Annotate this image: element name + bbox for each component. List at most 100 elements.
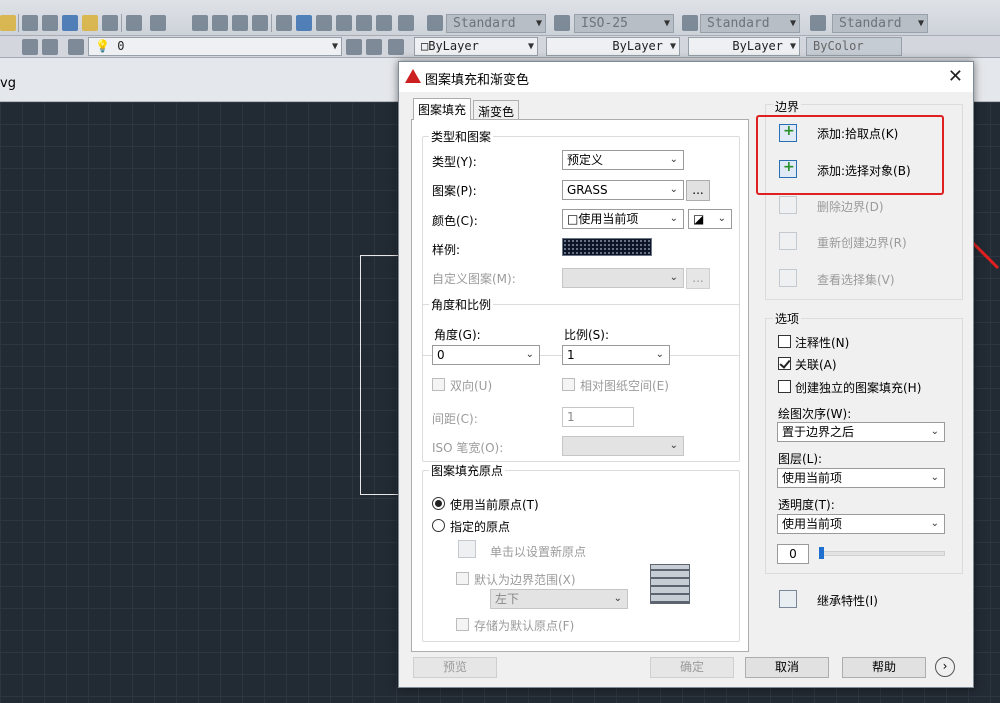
pattern-select[interactable]: GRASS ⌄ <box>562 180 684 200</box>
inherit-properties-label[interactable]: 继承特性(I) <box>817 592 878 609</box>
plotstyle-select[interactable]: ByColor <box>806 37 902 56</box>
recreate-boundary-label[interactable]: 重新创建边界(R) <box>817 234 907 251</box>
custom-pattern-browse-button[interactable]: ... <box>686 268 710 289</box>
remove-boundaries-label[interactable]: 删除边界(D) <box>817 198 884 215</box>
transparency-slider-track[interactable] <box>819 551 945 556</box>
tab-hatch[interactable]: 图案填充 <box>413 98 472 120</box>
transparency-select[interactable]: 使用当前项 ⌄ <box>777 514 945 534</box>
iso-pen-width-select[interactable]: ⌄ <box>562 436 684 456</box>
block-editor-icon[interactable] <box>102 15 118 31</box>
extent-position-select[interactable]: 左下 ⌄ <box>490 589 628 609</box>
undo-icon[interactable] <box>126 15 142 31</box>
pattern-browse-button[interactable]: ... <box>686 180 710 201</box>
inherit-properties-icon[interactable] <box>779 590 797 608</box>
zoom-realtime-icon[interactable] <box>212 15 228 31</box>
double-checkbox[interactable] <box>432 378 445 391</box>
relative-paper-checkbox[interactable] <box>562 378 575 391</box>
help-button[interactable]: 帮助 <box>842 657 926 678</box>
sheet-set-icon[interactable] <box>336 15 352 31</box>
properties-icon[interactable] <box>276 15 292 31</box>
linetype-select[interactable]: ByLayer ▼ <box>546 37 680 56</box>
background-color-select[interactable]: ◪ ⌄ <box>688 209 732 229</box>
cut-icon[interactable] <box>22 15 38 31</box>
layer-match-icon[interactable] <box>388 39 404 55</box>
color-label: 颜色(C): <box>432 214 478 228</box>
spacing-label: 间距(C): <box>432 412 478 426</box>
lineweight-select[interactable]: ByLayer ▼ <box>688 37 800 56</box>
redo-icon[interactable] <box>150 15 166 31</box>
transparency-amount-input[interactable]: 0 <box>777 544 809 564</box>
chevron-down-icon: ⌄ <box>930 518 939 529</box>
calculator-icon[interactable] <box>376 15 392 31</box>
match-properties-icon[interactable] <box>82 15 98 31</box>
type-value: 预定义 <box>567 153 604 167</box>
double-label: 双向(U) <box>450 379 493 393</box>
independent-hatch-checkbox[interactable] <box>778 380 791 393</box>
transparency-slider-thumb[interactable] <box>819 547 824 559</box>
default-extent-label: 默认为边界范围(X) <box>474 573 576 587</box>
use-current-origin-radio[interactable] <box>432 497 445 510</box>
layer-state-icon[interactable] <box>42 39 58 55</box>
color-select[interactable]: □ByLayer ▼ <box>414 37 538 56</box>
view-selections-label[interactable]: 查看选择集(V) <box>817 271 895 288</box>
design-center-icon[interactable] <box>296 15 312 31</box>
specified-origin-radio[interactable] <box>432 519 445 532</box>
layer-properties-icon[interactable] <box>68 39 84 55</box>
independent-hatch-label: 创建独立的图案填充(H) <box>795 381 922 395</box>
cancel-button[interactable]: 取消 <box>745 657 829 678</box>
spacing-input[interactable]: 1 <box>562 407 634 427</box>
hatch-origin-heading: 图案填充原点 <box>429 462 506 479</box>
scale-select[interactable]: 1 ⌄ <box>562 345 670 365</box>
gear-icon[interactable] <box>22 39 38 55</box>
zoom-window-icon[interactable] <box>232 15 248 31</box>
help-icon[interactable] <box>398 15 414 31</box>
paste-icon[interactable] <box>62 15 78 31</box>
color-swatch-icon: □ <box>567 212 579 226</box>
associative-checkbox[interactable] <box>778 357 791 370</box>
view-selections-icon[interactable] <box>779 269 797 287</box>
recreate-boundary-icon[interactable] <box>779 232 797 250</box>
extent-position-value: 左下 <box>495 592 520 606</box>
pan-icon[interactable] <box>192 15 208 31</box>
copy-icon[interactable] <box>42 15 58 31</box>
more-options-icon[interactable]: › <box>935 657 955 677</box>
preview-button[interactable]: 预览 <box>413 657 497 678</box>
pattern-sample[interactable] <box>562 238 652 256</box>
hatch-layer-label: 图层(L): <box>778 452 823 466</box>
chevron-down-icon: ▼ <box>669 41 676 52</box>
draw-order-select[interactable]: 置于边界之后 ⌄ <box>777 422 945 442</box>
dim-style-select[interactable]: ISO-25 ▼ <box>574 14 674 33</box>
remove-boundaries-icon[interactable] <box>779 196 797 214</box>
layer-select[interactable]: 💡 0 ▼ <box>88 37 342 56</box>
relative-paper-label: 相对图纸空间(E) <box>580 379 669 393</box>
type-select[interactable]: 预定义 ⌄ <box>562 150 684 170</box>
toolbar-separator <box>18 14 19 32</box>
pattern-value: GRASS <box>567 183 608 197</box>
text-style-select[interactable]: Standard ▼ <box>446 14 546 33</box>
layer-previous-icon[interactable] <box>366 39 382 55</box>
set-origin-icon[interactable] <box>458 540 476 558</box>
annotative-checkbox[interactable] <box>778 335 791 348</box>
chevron-down-icon: ▼ <box>789 18 796 29</box>
tab-gradient[interactable]: 渐变色 <box>473 100 520 120</box>
store-default-origin-checkbox[interactable] <box>456 618 469 631</box>
mleader-style-select[interactable]: Standard ▼ <box>832 14 928 33</box>
table-style-select[interactable]: Standard ▼ <box>700 14 800 33</box>
layer-icon[interactable] <box>0 15 16 31</box>
tool-palettes-icon[interactable] <box>316 15 332 31</box>
zoom-previous-icon[interactable] <box>252 15 268 31</box>
angle-select[interactable]: 0 ⌄ <box>432 345 540 365</box>
chevron-down-icon: ⌄ <box>717 213 726 224</box>
ok-button[interactable]: 确定 <box>650 657 734 678</box>
chevron-down-icon: ▼ <box>535 18 542 29</box>
chevron-down-icon: ⌄ <box>655 349 664 360</box>
custom-pattern-select[interactable]: ⌄ <box>562 268 684 288</box>
file-tab-label[interactable]: vg <box>0 76 16 91</box>
markup-icon[interactable] <box>356 15 372 31</box>
make-current-icon[interactable] <box>346 39 362 55</box>
lineweight-value: ByLayer <box>732 39 783 53</box>
close-icon[interactable]: ✕ <box>948 66 963 87</box>
hatch-layer-select[interactable]: 使用当前项 ⌄ <box>777 468 945 488</box>
color-select[interactable]: □使用当前项 ⌄ <box>562 209 684 229</box>
default-extent-checkbox[interactable] <box>456 572 469 585</box>
